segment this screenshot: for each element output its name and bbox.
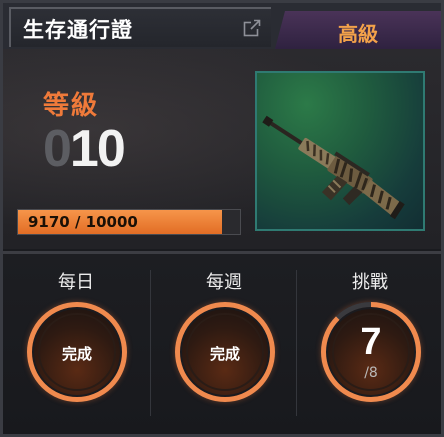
xp-progress-text: 9170 / 10000 <box>28 213 138 231</box>
tier-label: 高級 <box>338 22 378 46</box>
external-link-icon[interactable] <box>243 19 261 37</box>
daily-label: 每日 <box>58 272 94 293</box>
survival-pass-panel: 生存通行證 高級 等級 010 9170 / 10000 每日 完成 每週 完成… <box>0 0 444 437</box>
daily-missions-button[interactable]: 完成 <box>27 302 127 402</box>
reward-preview[interactable] <box>255 71 425 231</box>
panel-title: 生存通行證 <box>23 18 133 42</box>
title-tab: 生存通行證 <box>9 7 271 47</box>
daily-column: 每日 完成 <box>3 254 149 434</box>
weekly-label: 每週 <box>206 272 242 293</box>
challenge-completed-count: 7 <box>360 321 382 363</box>
level-number-prefix: 0 <box>43 120 72 178</box>
level-number-value: 10 <box>69 120 126 178</box>
xp-progress-bar: 9170 / 10000 <box>17 209 241 235</box>
challenge-total-count: /8 <box>364 365 378 381</box>
challenge-missions-button[interactable]: 7 /8 <box>321 302 421 402</box>
weekly-column: 每週 完成 <box>151 254 297 434</box>
challenge-label: 挑戰 <box>352 272 388 293</box>
weekly-missions-button[interactable]: 完成 <box>175 302 275 402</box>
header-bar: 生存通行證 高級 <box>3 3 441 49</box>
weekly-status: 完成 <box>209 345 240 363</box>
missions-section: 每日 完成 每週 完成 挑戰 7 /8 <box>3 254 441 434</box>
challenge-column: 挑戰 7 /8 <box>297 254 441 434</box>
level-label: 等級 <box>43 91 100 121</box>
level-section: 等級 010 9170 / 10000 <box>3 49 441 249</box>
daily-status: 完成 <box>61 345 92 363</box>
assault-rifle-skin-icon <box>262 115 405 220</box>
level-number: 010 <box>43 119 126 179</box>
tier-tab[interactable]: 高級 <box>275 11 441 49</box>
